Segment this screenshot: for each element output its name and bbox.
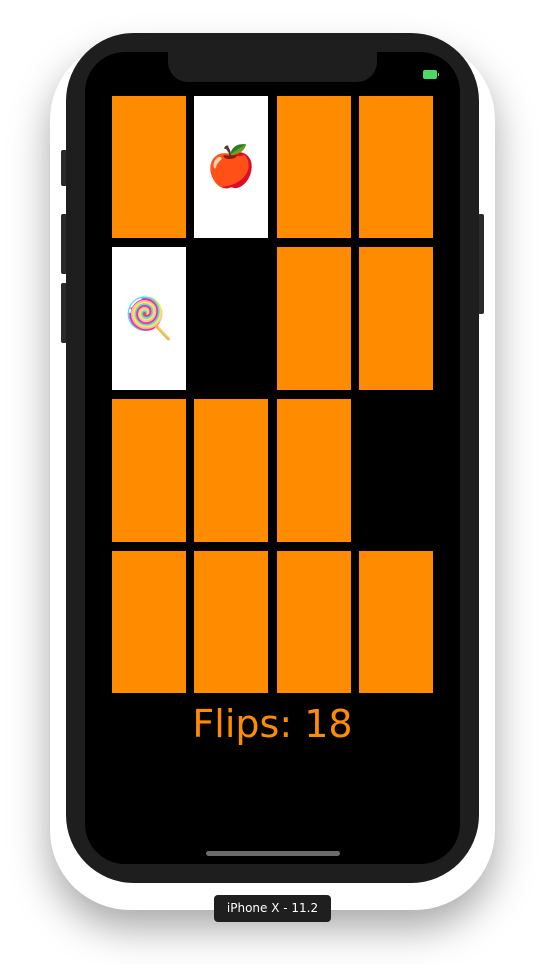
card[interactable] — [112, 96, 186, 238]
card[interactable]: 🍭 — [112, 247, 186, 390]
phone-screen: 🍎 🍭 Flips: 18 — [85, 52, 460, 864]
simulator-stage: 🍎 🍭 Flips: 18 iPhone X - 11.2 — [0, 0, 545, 964]
flip-count-label: Flips: 18 — [192, 702, 353, 746]
card[interactable] — [194, 551, 269, 693]
card[interactable] — [112, 551, 186, 693]
notch — [168, 52, 377, 82]
card-emoji: 🍎 — [206, 144, 257, 190]
battery-charging-icon — [423, 70, 439, 79]
card[interactable] — [276, 247, 351, 390]
card[interactable] — [276, 96, 351, 238]
card[interactable] — [358, 96, 433, 238]
card[interactable]: 🍎 — [194, 96, 269, 238]
card[interactable] — [194, 399, 269, 542]
device-label: iPhone X - 11.2 — [214, 895, 331, 922]
card[interactable] — [276, 399, 351, 542]
card[interactable] — [358, 247, 433, 390]
card-grid: 🍎 🍭 — [112, 96, 433, 693]
home-indicator[interactable] — [206, 851, 340, 856]
card-emoji: 🍭 — [124, 295, 174, 342]
card[interactable] — [358, 551, 433, 693]
card[interactable] — [194, 247, 269, 390]
card[interactable] — [112, 399, 186, 542]
card[interactable] — [276, 551, 351, 693]
card[interactable] — [358, 399, 433, 542]
